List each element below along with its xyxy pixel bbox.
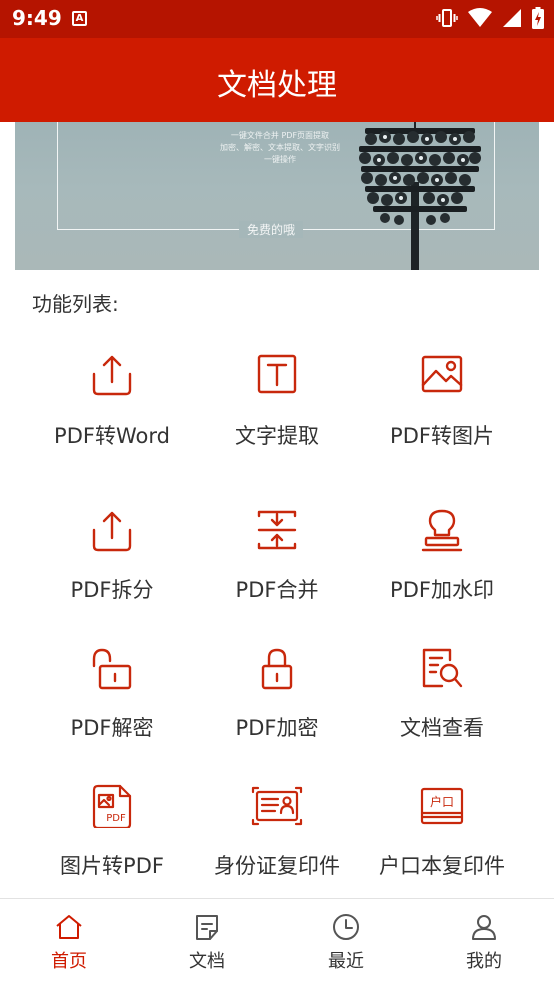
feature-pdf-merge[interactable]: PDF合并 [195, 508, 359, 618]
banner-free-label: 免费的哦 [239, 221, 304, 238]
pdf-image-file-icon: PDF [92, 784, 132, 828]
vibrate-icon [436, 9, 458, 27]
feature-household-book-copy[interactable]: 户口 户口本复印件 [360, 784, 524, 894]
text-box-icon [257, 354, 297, 394]
page-title: 文档处理 [217, 68, 337, 103]
feature-pdf-watermark[interactable]: PDF加水印 [360, 508, 524, 618]
feature-id-card-copy[interactable]: 身份证复印件 [195, 784, 359, 894]
feature-label: 图片转PDF [60, 854, 164, 878]
svg-text:PDF: PDF [106, 813, 126, 824]
merge-arrows-icon [257, 510, 297, 550]
document-icon [196, 915, 218, 940]
nav-label-documents: 文档 [189, 951, 225, 972]
image-icon [421, 355, 463, 393]
section-title: 功能列表: [32, 292, 119, 316]
bottom-nav: 首页 文档 最近 我的 [0, 898, 554, 984]
feature-pdf-decrypt[interactable]: PDF解密 [30, 646, 194, 756]
feature-label: 户口本复印件 [379, 854, 505, 878]
feature-label: PDF解密 [70, 716, 154, 740]
floodlight-tower-image [359, 122, 481, 270]
feature-label: 身份证复印件 [214, 854, 340, 878]
feature-document-view[interactable]: 文档查看 [360, 646, 524, 756]
promo-banner[interactable]: 一键文件合并 PDF页面提取 加密、解密、文本提取、文字识别 一键操作 免费的哦 [15, 122, 539, 270]
upload-tray-icon [92, 355, 132, 396]
status-bar: 9:49 A [0, 0, 554, 38]
app-bar: 文档处理 [0, 38, 554, 122]
upload-tray-icon [92, 511, 132, 552]
feature-label: PDF转Word [54, 424, 170, 448]
clock-icon [333, 914, 359, 940]
stamp-icon [421, 509, 463, 552]
nav-mine[interactable]: 我的 [415, 899, 553, 984]
nav-home[interactable]: 首页 [0, 899, 138, 984]
svg-text:户口: 户口 [430, 794, 454, 809]
lock-icon [261, 648, 293, 690]
feature-pdf-to-image[interactable]: PDF转图片 [360, 352, 524, 462]
feature-label: PDF加密 [235, 716, 319, 740]
id-card-icon [251, 786, 303, 826]
feature-pdf-encrypt[interactable]: PDF加密 [195, 646, 359, 756]
feature-text-extract[interactable]: 文字提取 [195, 352, 359, 462]
signal-icon [503, 9, 521, 27]
status-icons [436, 7, 544, 29]
nav-label-mine: 我的 [466, 951, 502, 972]
nav-documents[interactable]: 文档 [138, 899, 276, 984]
feature-label: 文档查看 [400, 716, 484, 740]
feature-pdf-to-word[interactable]: PDF转Word [30, 352, 194, 462]
feature-label: 文字提取 [235, 424, 319, 448]
nav-label-home: 首页 [51, 951, 87, 972]
notification-a-icon: A [72, 11, 87, 26]
unlock-icon [92, 648, 132, 690]
feature-label: PDF拆分 [70, 578, 154, 602]
person-icon [472, 915, 496, 940]
nav-label-recent: 最近 [328, 951, 364, 972]
status-time: 9:49 [12, 6, 62, 30]
feature-pdf-split[interactable]: PDF拆分 [30, 508, 194, 618]
feature-label: PDF合并 [235, 578, 319, 602]
feature-image-to-pdf[interactable]: PDF 图片转PDF [30, 784, 194, 894]
battery-icon [532, 7, 544, 29]
nav-recent[interactable]: 最近 [277, 899, 415, 984]
wifi-icon [468, 8, 492, 27]
document-search-icon [422, 648, 463, 688]
home-icon [56, 915, 82, 939]
household-book-icon: 户口 [420, 787, 464, 825]
feature-label: PDF转图片 [390, 424, 494, 448]
feature-label: PDF加水印 [390, 578, 494, 602]
